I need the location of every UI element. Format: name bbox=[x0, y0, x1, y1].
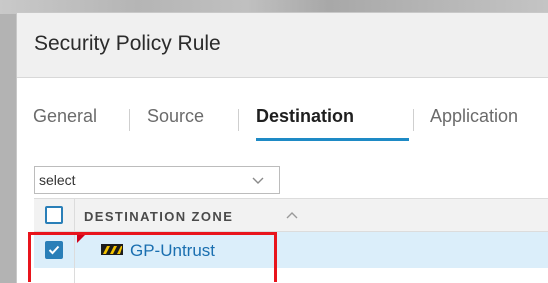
security-policy-rule-dialog: Security Policy Rule General Source Dest… bbox=[16, 12, 548, 283]
select-all-checkbox[interactable] bbox=[45, 206, 63, 224]
dialog-header: Security Policy Rule bbox=[17, 13, 548, 78]
tab-destination[interactable]: Destination bbox=[256, 106, 354, 127]
modified-flag-icon bbox=[77, 234, 86, 243]
checkmark-icon bbox=[48, 245, 60, 255]
select-value: select bbox=[39, 172, 76, 188]
tab-general[interactable]: General bbox=[33, 106, 97, 127]
row-checkbox[interactable] bbox=[45, 241, 63, 259]
zone-select-dropdown[interactable]: select bbox=[34, 166, 280, 194]
zone-name-link[interactable]: GP-Untrust bbox=[130, 241, 215, 261]
tab-separator bbox=[129, 109, 130, 131]
tab-separator bbox=[238, 109, 239, 131]
tab-separator bbox=[413, 109, 414, 131]
tab-application[interactable]: Application bbox=[430, 106, 518, 127]
chevron-up-icon[interactable] bbox=[286, 210, 298, 220]
tab-source[interactable]: Source bbox=[147, 106, 204, 127]
table-row[interactable]: GP-Untrust bbox=[34, 232, 548, 268]
tab-bar: General Source Destination Application bbox=[17, 103, 548, 141]
destination-zone-table: DESTINATION ZONE GP-Untrust bbox=[34, 198, 548, 283]
column-divider bbox=[74, 198, 75, 283]
active-tab-indicator bbox=[256, 138, 409, 141]
table-header: DESTINATION ZONE bbox=[34, 198, 548, 232]
dialog-title: Security Policy Rule bbox=[34, 32, 221, 55]
chevron-down-icon bbox=[252, 177, 264, 184]
zone-icon bbox=[101, 244, 123, 255]
column-header-destination-zone[interactable]: DESTINATION ZONE bbox=[84, 209, 233, 224]
